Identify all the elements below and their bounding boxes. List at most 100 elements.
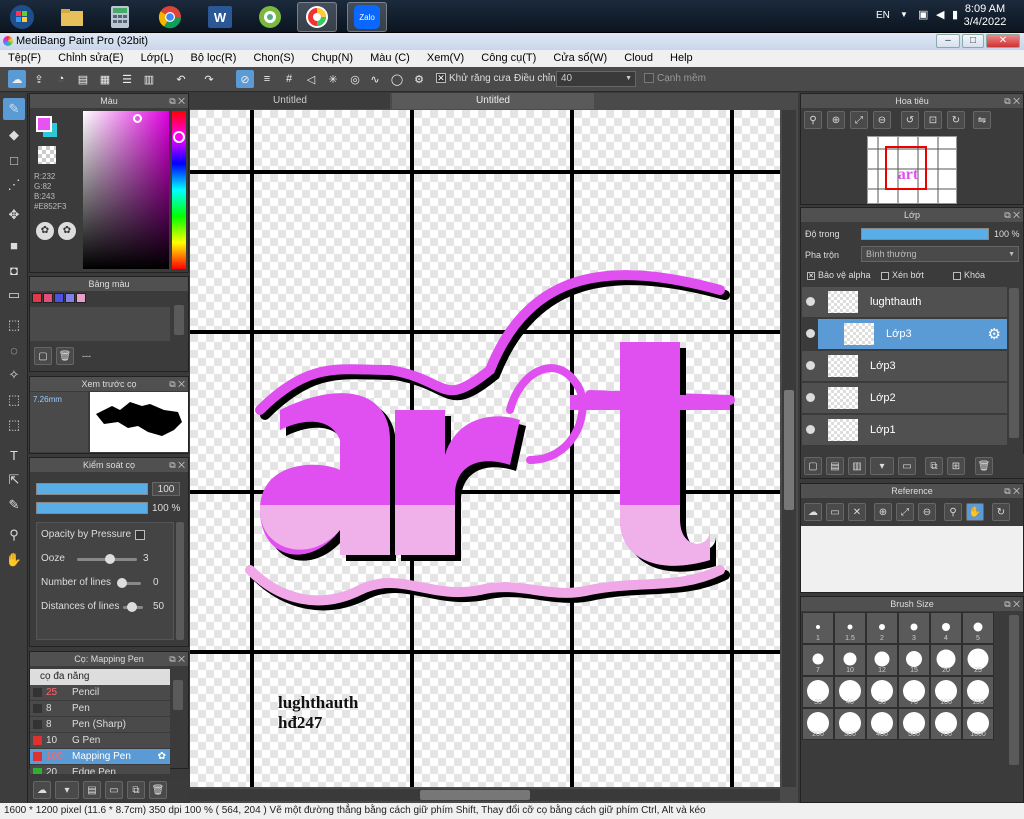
copy-brush-icon[interactable]: ⧉: [127, 781, 145, 799]
reference-viewer[interactable]: [801, 526, 1023, 592]
brush-size-option[interactable]: 4: [930, 612, 962, 644]
new-brush-icon[interactable]: ▾: [55, 781, 79, 799]
transparent-color-swatch[interactable]: [38, 146, 56, 164]
layer-row[interactable]: Lớp3: [802, 351, 1007, 382]
palette-swatch[interactable]: [32, 293, 42, 303]
menu-file[interactable]: Tệp(F): [0, 50, 47, 67]
menu-color[interactable]: Màu (C): [362, 50, 416, 67]
brush-size-option[interactable]: 1.5: [834, 612, 866, 644]
reference-fit-icon[interactable]: ⤢: [896, 503, 914, 521]
file-explorer-icon[interactable]: [52, 2, 92, 32]
calculator-icon[interactable]: [100, 2, 140, 32]
menu-window[interactable]: Cửa sổ(W): [545, 50, 613, 67]
panel-close-icon[interactable]: ⧉ ✕: [169, 377, 185, 391]
layer-visibility-icon[interactable]: [806, 329, 815, 338]
page-icon[interactable]: ▦: [96, 70, 114, 88]
language-indicator[interactable]: EN: [876, 10, 890, 21]
snap-settings-icon[interactable]: ⚙: [410, 70, 428, 88]
menu-layer[interactable]: Lớp(L): [133, 50, 180, 67]
tray-arrow-icon[interactable]: ▼: [900, 10, 908, 19]
eraser-tool-icon[interactable]: ◆: [3, 124, 25, 146]
delete-brush-icon[interactable]: 🗑: [149, 781, 167, 799]
duplicate-layer-icon[interactable]: ⧉: [925, 457, 943, 475]
brush-item[interactable]: 25 Pencil: [30, 685, 170, 701]
navigator-thumbnail[interactable]: art: [867, 136, 957, 204]
panel-close-icon[interactable]: ⧉ ✕: [1004, 484, 1020, 498]
gradient-tool-icon[interactable]: ▭: [3, 284, 25, 306]
reference-rotate-icon[interactable]: ↻: [992, 503, 1010, 521]
fill-rect-icon[interactable]: ■: [3, 234, 25, 256]
menu-filter[interactable]: Bộ lọc(R): [183, 50, 243, 67]
drawing-canvas[interactable]: lughthauth hđ247: [190, 110, 780, 787]
brush-item[interactable]: 8 Pen: [30, 701, 170, 717]
brush-size-option[interactable]: 1000: [962, 708, 994, 740]
network-icon[interactable]: ▣: [918, 8, 928, 21]
sv-cursor[interactable]: [133, 114, 142, 123]
reference-eyedropper-icon[interactable]: ⚲: [944, 503, 962, 521]
eyedropper-tool-icon[interactable]: ⚲: [3, 524, 25, 546]
lines-knob[interactable]: [117, 578, 127, 588]
layer-row[interactable]: Lớp3 ⚙: [806, 319, 1007, 350]
brush-list-scrollbar[interactable]: [173, 680, 183, 710]
minimize-button[interactable]: –: [936, 34, 960, 48]
grid-snap-icon[interactable]: #: [280, 70, 298, 88]
move-tool-icon[interactable]: ✥: [3, 204, 25, 226]
brush-opacity-bar[interactable]: [36, 502, 148, 514]
layer-row[interactable]: Lớp2: [802, 383, 1007, 414]
brush-item[interactable]: 8 Pen (Sharp): [30, 717, 170, 733]
antialias-checkbox[interactable]: ✕: [436, 73, 446, 84]
merge-layer-icon[interactable]: ⊞: [947, 457, 965, 475]
brush-size-option[interactable]: 30: [802, 676, 834, 708]
adjust-dropdown[interactable]: 40 ▼: [556, 71, 636, 87]
brush-size-option[interactable]: 1: [802, 612, 834, 644]
comment-icon[interactable]: ◔: [52, 70, 70, 88]
brush-size-option[interactable]: 700: [930, 708, 962, 740]
close-button[interactable]: ✕: [986, 34, 1020, 48]
snap-off-icon[interactable]: ⊘: [236, 70, 254, 88]
save-icon[interactable]: ▤: [74, 70, 92, 88]
menu-select[interactable]: Chọn(S): [245, 50, 300, 67]
add-brush-icon[interactable]: ☁: [33, 781, 51, 799]
reference-open-icon[interactable]: ▭: [826, 503, 844, 521]
concentric-snap-icon[interactable]: ◎: [346, 70, 364, 88]
word-icon[interactable]: W: [200, 2, 240, 32]
layer-visibility-icon[interactable]: [806, 393, 815, 402]
brush-size-option[interactable]: 3: [898, 612, 930, 644]
add-layer-menu-icon[interactable]: ▾: [870, 457, 894, 475]
select-eraser-icon[interactable]: ⬚: [3, 414, 25, 436]
saturation-value-picker[interactable]: [83, 111, 169, 269]
select-rect-icon[interactable]: ⬚: [3, 314, 25, 336]
canvas-vscroll-thumb[interactable]: [784, 390, 794, 510]
brush-size-option[interactable]: 5: [962, 612, 994, 644]
hue-cursor[interactable]: [173, 131, 185, 143]
canvas-vscroll-track[interactable]: [782, 110, 796, 787]
perspective-snap-icon[interactable]: ◁: [302, 70, 320, 88]
brush-tool-icon[interactable]: ✎: [3, 98, 25, 120]
new-layer-icon[interactable]: ▢: [804, 457, 822, 475]
soft-edge-toggle[interactable]: Cạnh mềm: [644, 73, 706, 84]
palette-swatch[interactable]: [65, 293, 75, 303]
reference-hand-icon[interactable]: ✋: [966, 503, 984, 521]
rectangle-tool-icon[interactable]: □: [3, 149, 25, 171]
parallel-snap-icon[interactable]: ≡: [258, 70, 276, 88]
protect-alpha-toggle[interactable]: ✕ Bảo vệ alpha: [807, 270, 871, 280]
hand-tool-icon[interactable]: ✋: [3, 549, 25, 571]
ooze-knob[interactable]: [105, 554, 115, 564]
palette-add-icon[interactable]: ✿: [58, 222, 76, 240]
circle-snap-icon[interactable]: ◯: [388, 70, 406, 88]
radial-snap-icon[interactable]: ✳: [324, 70, 342, 88]
brush-size-option[interactable]: 100: [930, 676, 962, 708]
primary-color-swatch[interactable]: [36, 116, 52, 132]
panel-close-icon[interactable]: ⧉ ✕: [169, 652, 185, 666]
brush-control-scrollbar[interactable]: [176, 522, 184, 640]
lasso-tool-icon[interactable]: ◌: [3, 339, 25, 361]
lines-slider[interactable]: [117, 578, 141, 588]
lock-checkbox[interactable]: [953, 271, 961, 280]
start-orb-icon[interactable]: [2, 2, 42, 32]
layer-visibility-icon[interactable]: [806, 361, 815, 370]
brush-item[interactable]: 20 Edge Pen: [30, 765, 170, 775]
battery-icon[interactable]: ▮: [952, 8, 958, 21]
brush-settings-icon[interactable]: ▤: [83, 781, 101, 799]
hue-slider[interactable]: [172, 111, 186, 269]
brush-size-option[interactable]: 15: [898, 644, 930, 676]
